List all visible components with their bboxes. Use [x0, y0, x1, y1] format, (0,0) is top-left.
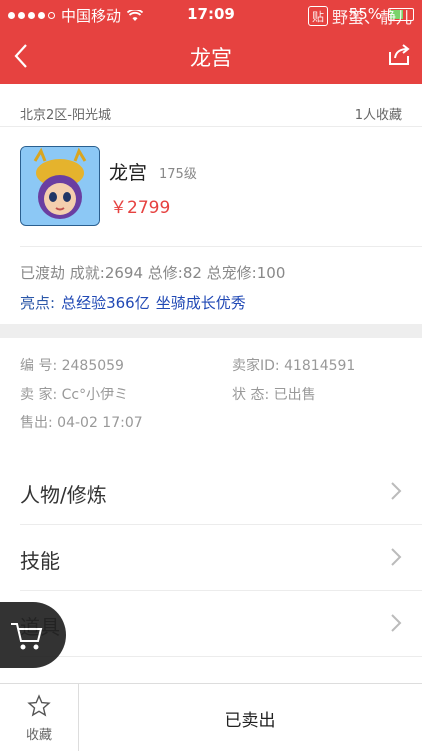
divider	[20, 656, 422, 657]
floating-cart-button[interactable]	[0, 602, 66, 668]
favorite-button[interactable]: 收藏	[0, 684, 79, 751]
divider	[20, 246, 422, 247]
sold-time: 售出: 04-02 17:07	[20, 415, 143, 431]
character-class: 龙宫	[109, 162, 148, 184]
highlight-tag: 坐骑成长优秀	[155, 294, 246, 312]
menu-item-label: 技能	[20, 549, 60, 573]
star-icon	[27, 694, 51, 717]
watermark-badge: 贴	[307, 6, 328, 26]
sold-status-label: 已卖出	[224, 711, 276, 731]
listing-status: 状 态: 已出售	[232, 387, 316, 403]
section-gap	[0, 324, 422, 338]
watermark-text: 野蛮、静儿	[331, 8, 412, 27]
server-name: 北京2区-阳光城	[20, 108, 111, 123]
chevron-right-icon	[391, 482, 402, 500]
achievement-summary: 已渡劫 成就:2694 总修:82 总宠修:100	[20, 264, 286, 282]
menu-item-skills[interactable]: 技能	[0, 525, 422, 591]
character-portrait-icon	[21, 147, 99, 225]
character-level: 175级	[159, 167, 197, 182]
favorite-count: 1人收藏	[354, 108, 402, 123]
listing-id: 编 号: 2485059	[20, 358, 124, 374]
favorite-label: 收藏	[25, 728, 52, 743]
nav-bar: 龙宫	[0, 28, 422, 84]
chevron-right-icon	[391, 614, 402, 632]
character-avatar	[20, 146, 100, 226]
chevron-right-icon	[391, 548, 402, 566]
status-bar: 中国移动 17:09 55% 贴 野蛮、静儿	[0, 0, 422, 28]
watermark: 贴 野蛮、静儿	[307, 4, 412, 28]
page-title: 龙宫	[190, 46, 232, 70]
seller-id: 卖家ID: 41814591	[232, 358, 356, 374]
cart-icon	[11, 623, 43, 650]
seller-name: 卖 家: Cc°小伊ミ	[20, 387, 129, 403]
menu-item-label: 人物/修炼	[20, 483, 107, 507]
highlight-tag: 总经验366亿	[61, 294, 150, 312]
listing-price: ￥2799	[110, 198, 171, 218]
highlight-label: 亮点:	[20, 294, 56, 312]
highlights: 亮点: 总经验366亿 坐骑成长优秀	[20, 292, 246, 313]
menu-item-character[interactable]: 人物/修炼	[0, 459, 422, 525]
bottom-bar: 收藏 已卖出	[0, 683, 422, 751]
listing-meta-row: 北京2区-阳光城 1人收藏	[0, 84, 422, 127]
share-icon[interactable]	[386, 42, 412, 68]
